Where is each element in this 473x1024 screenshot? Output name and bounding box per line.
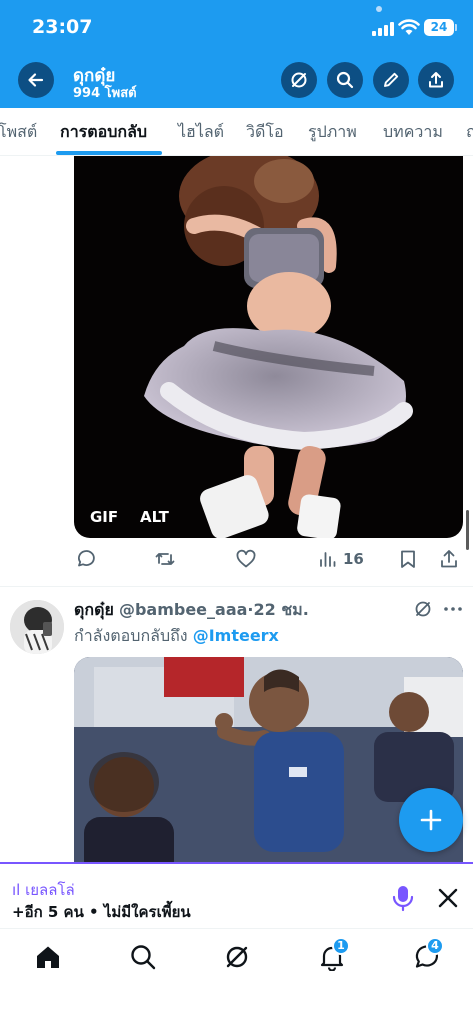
post-gif-media[interactable]: GIF ALT [74, 156, 463, 538]
battery-indicator: 24 [424, 19, 454, 36]
nav-messages[interactable]: 4 [412, 937, 444, 973]
repost-button[interactable] [154, 548, 176, 570]
compose-button[interactable] [399, 788, 463, 852]
active-tab-indicator [56, 151, 162, 155]
more-options-icon[interactable] [443, 598, 463, 620]
tab-posts[interactable]: โพสต์ [0, 120, 37, 145]
space-listeners: +อีก 5 คน • ไม่มีใครเพี้ยน [12, 903, 191, 921]
notifications-badge: 1 [332, 937, 350, 955]
author-name[interactable]: ดุกดุ๋ย [74, 600, 114, 619]
wifi-icon [398, 19, 420, 35]
tab-videos[interactable]: วิดีโอ [246, 120, 284, 145]
pencil-icon [384, 72, 399, 87]
tab-photos[interactable]: รูปภาพ [308, 120, 357, 145]
dancing-girl-gif [144, 156, 413, 538]
bookmark-button[interactable] [397, 548, 419, 570]
search-icon [131, 945, 156, 970]
reply-icon [78, 550, 95, 567]
post-time[interactable]: 22 ชม. [253, 600, 308, 619]
battery-tip [455, 24, 457, 31]
home-icon [37, 946, 59, 968]
scrollbar[interactable] [466, 510, 469, 550]
grok-button[interactable] [281, 62, 317, 98]
edit-button[interactable] [373, 62, 409, 98]
avatar-image [10, 600, 64, 654]
grok-icon[interactable] [412, 598, 434, 620]
search-button[interactable] [327, 62, 363, 98]
back-button[interactable] [18, 62, 54, 98]
gif-badge: GIF [90, 508, 119, 526]
post-header: ดุกดุ๋ย @bambee_aaa·22 ชม. [74, 598, 309, 623]
heart-icon [236, 549, 256, 568]
space-name: เยลลโล่ [25, 881, 75, 899]
close-icon[interactable] [436, 886, 460, 910]
views-button[interactable]: 16 [317, 548, 364, 570]
share-button[interactable] [418, 62, 454, 98]
tab-more[interactable]: ถ [466, 120, 473, 145]
grok-icon [226, 946, 248, 968]
replying-to-label: กำลังตอบกลับถึง [74, 626, 188, 645]
nav-search[interactable] [129, 943, 159, 973]
post-actions: 16 [74, 546, 463, 574]
plus-icon [420, 809, 442, 831]
author-handle[interactable]: @bambee_aaa [119, 600, 247, 619]
privacy-indicator-dot [376, 6, 382, 12]
profile-tabs: โพสต์ การตอบกลับ ไฮไลต์ วิดีโอ รูปภาพ บท… [0, 108, 473, 156]
share-icon [441, 550, 457, 568]
audio-wave-icon: ıl [12, 881, 21, 899]
live-space-bar[interactable]: ıl เยลลโล่ +อีก 5 คน • ไม่มีใครเพี้ยน [0, 862, 473, 928]
nav-home[interactable] [34, 943, 64, 973]
post-count: 994 โพสต์ [73, 86, 137, 101]
like-button[interactable] [235, 548, 257, 570]
tab-replies[interactable]: การตอบกลับ [60, 120, 147, 145]
post-divider [0, 586, 473, 587]
nav-notifications[interactable]: 1 [318, 937, 350, 973]
views-icon [320, 552, 336, 567]
cellular-signal-icon [372, 22, 396, 36]
avatar[interactable] [10, 600, 64, 654]
tab-highlights[interactable]: ไฮไลต์ [178, 120, 224, 145]
messages-badge: 4 [426, 937, 444, 955]
views-count: 16 [343, 550, 364, 568]
alt-badge[interactable]: ALT [140, 508, 169, 526]
tab-articles[interactable]: บทความ [383, 120, 443, 145]
profile-header: 23:07 24 ดุกดุ๋ย 994 โพสต์ [0, 0, 473, 108]
replying-to-handle[interactable]: @Imteerx [193, 626, 279, 645]
back-arrow-icon [28, 73, 44, 87]
share-icon [429, 72, 443, 88]
repost-icon [155, 553, 175, 565]
status-time: 23:07 [32, 16, 93, 38]
reply-button[interactable] [74, 548, 96, 570]
bookmark-icon [401, 550, 415, 568]
bottom-navigation: 1 4 [0, 928, 473, 1024]
nav-grok[interactable] [223, 943, 253, 973]
space-title: ıl เยลลโล่ [12, 878, 75, 902]
replying-to-line: กำลังตอบกลับถึง @Imteerx [74, 624, 279, 649]
share-post-button[interactable] [438, 548, 460, 570]
search-icon [336, 71, 354, 89]
grok-icon [291, 72, 307, 88]
microphone-icon[interactable] [390, 884, 416, 912]
